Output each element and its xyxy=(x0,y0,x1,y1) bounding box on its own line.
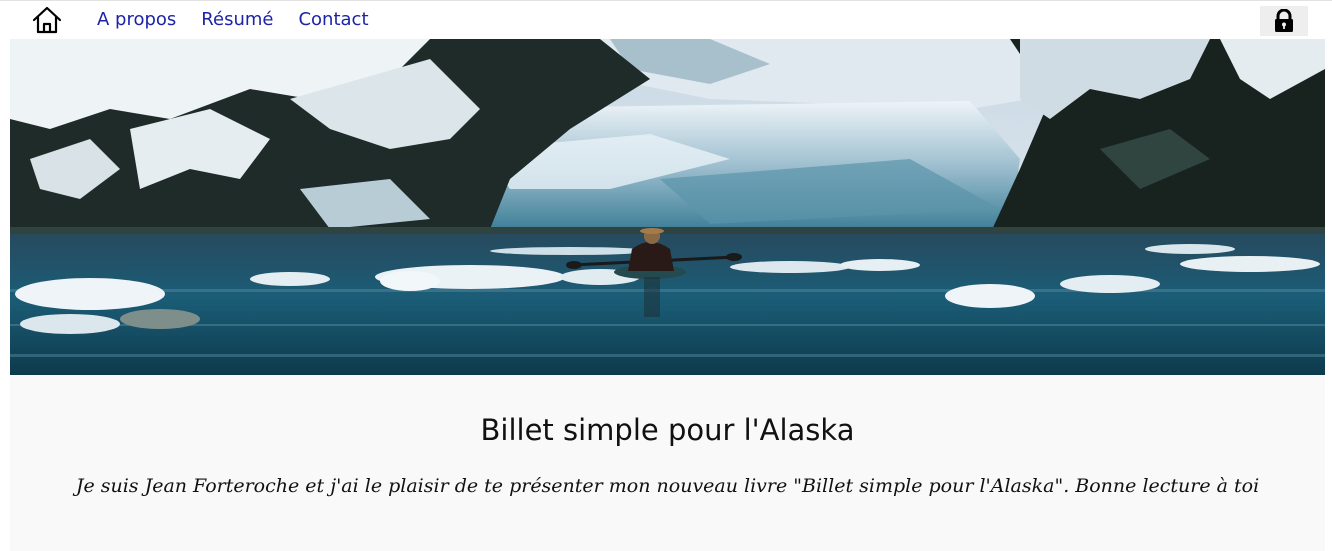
home-icon[interactable] xyxy=(31,6,63,34)
nav-link-contact[interactable]: Contact xyxy=(298,9,368,31)
nav-links: A propos Résumé Contact xyxy=(97,9,369,31)
intro-text: Je suis Jean Forteroche et j'ai le plais… xyxy=(75,475,1260,497)
intro-section: Billet simple pour l'Alaska Je suis Jean… xyxy=(10,375,1325,551)
nav-link-a-propos[interactable]: A propos xyxy=(97,9,176,31)
page-title: Billet simple pour l'Alaska xyxy=(480,413,855,447)
lock-button[interactable] xyxy=(1260,6,1308,36)
hero-image xyxy=(10,39,1325,375)
nav-link-resume[interactable]: Résumé xyxy=(201,9,273,31)
navbar: A propos Résumé Contact xyxy=(0,1,1332,39)
lock-icon xyxy=(1275,9,1293,32)
